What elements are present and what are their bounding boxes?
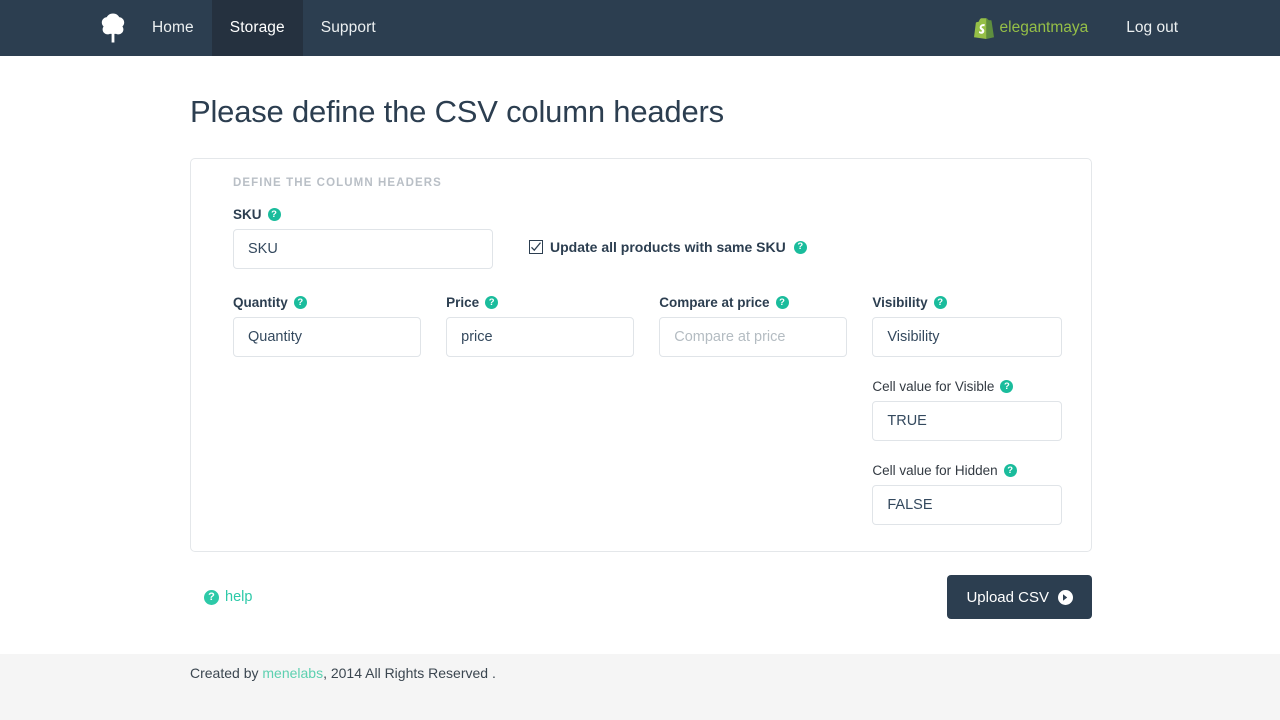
top-navbar: Home Storage Support elegantmaya Log out — [0, 0, 1280, 56]
help-icon[interactable]: ? — [268, 208, 281, 221]
help-link[interactable]: ? help — [204, 589, 252, 605]
cell-value-hidden-label-text: Cell value for Hidden — [872, 463, 997, 478]
help-icon[interactable]: ? — [485, 296, 498, 309]
footer-prefix: Created by — [190, 665, 262, 681]
price-input[interactable] — [446, 317, 634, 357]
content-container: Please define the CSV column headers DEF… — [190, 94, 1090, 626]
visibility-input[interactable] — [872, 317, 1062, 357]
compare-at-price-field-group: Compare at price ? — [659, 295, 872, 525]
column-headers-panel: DEFINE THE COLUMN HEADERS SKU ? — [190, 158, 1092, 552]
sku-label-text: SKU — [233, 207, 262, 222]
shopify-bag-icon — [974, 17, 994, 39]
sku-field-group: SKU ? — [233, 207, 493, 269]
compare-at-price-label: Compare at price ? — [659, 295, 872, 310]
nav-link-support[interactable]: Support — [303, 0, 394, 56]
quantity-label: Quantity ? — [233, 295, 446, 310]
check-icon — [530, 241, 542, 253]
help-icon[interactable]: ? — [794, 241, 807, 254]
upload-csv-button[interactable]: Upload CSV — [947, 575, 1092, 619]
help-icon[interactable]: ? — [1004, 464, 1017, 477]
compare-at-price-label-text: Compare at price — [659, 295, 769, 310]
fields-grid: Quantity ? Price ? C — [233, 295, 1063, 525]
navbar-links: Home Storage Support — [134, 0, 394, 56]
page-footer: Created by menelabs, 2014 All Rights Res… — [0, 654, 1280, 720]
nav-link-storage[interactable]: Storage — [212, 0, 303, 56]
compare-at-price-input[interactable] — [659, 317, 847, 357]
help-icon: ? — [204, 590, 219, 605]
cell-value-visible-label: Cell value for Visible ? — [872, 379, 1063, 394]
price-field-group: Price ? — [446, 295, 659, 525]
logout-link[interactable]: Log out — [1116, 19, 1188, 37]
page-title: Please define the CSV column headers — [190, 94, 1090, 130]
tree-icon — [100, 12, 126, 44]
sku-row: SKU ? Update all products with same S — [233, 207, 1063, 269]
cell-value-visible-input[interactable] — [872, 401, 1062, 441]
footer-suffix: , 2014 All Rights Reserved . — [323, 665, 496, 681]
update-same-sku-checkbox[interactable]: Update all products with same SKU ? — [529, 239, 807, 255]
panel-legend: DEFINE THE COLUMN HEADERS — [233, 177, 1063, 189]
checkbox-label-text: Update all products with same SKU — [550, 239, 786, 255]
upload-csv-button-label: Upload CSV — [966, 589, 1049, 606]
help-link-label: help — [225, 589, 252, 605]
help-icon[interactable]: ? — [776, 296, 789, 309]
cell-value-visible-label-text: Cell value for Visible — [872, 379, 994, 394]
price-label: Price ? — [446, 295, 659, 310]
navbar-inner: Home Storage Support elegantmaya Log out — [90, 0, 1190, 56]
cell-value-hidden-group: Cell value for Hidden ? — [872, 463, 1063, 525]
navbar-right: elegantmaya Log out — [964, 0, 1190, 56]
cell-value-hidden-label: Cell value for Hidden ? — [872, 463, 1063, 478]
form-actions: ? help Upload CSV — [190, 568, 1092, 626]
footer-text: Created by menelabs, 2014 All Rights Res… — [190, 654, 1090, 681]
shop-account-link[interactable]: elegantmaya — [964, 17, 1099, 39]
main-content: Please define the CSV column headers DEF… — [0, 56, 1280, 626]
shop-account-name: elegantmaya — [1000, 19, 1089, 37]
visibility-label: Visibility ? — [872, 295, 1063, 310]
nav-link-home[interactable]: Home — [134, 0, 212, 56]
checkbox-box[interactable] — [529, 240, 543, 254]
visibility-label-text: Visibility — [872, 295, 927, 310]
price-label-text: Price — [446, 295, 479, 310]
quantity-label-text: Quantity — [233, 295, 288, 310]
sku-input[interactable] — [233, 229, 493, 269]
cell-value-visible-group: Cell value for Visible ? — [872, 379, 1063, 441]
visibility-field-group: Visibility ? Cell value for Visible ? — [872, 295, 1063, 525]
help-icon[interactable]: ? — [934, 296, 947, 309]
cell-value-hidden-input[interactable] — [872, 485, 1062, 525]
sku-label: SKU ? — [233, 207, 493, 222]
arrow-right-circle-icon — [1058, 590, 1073, 605]
menelabs-link[interactable]: menelabs — [262, 665, 323, 681]
quantity-input[interactable] — [233, 317, 421, 357]
quantity-field-group: Quantity ? — [233, 295, 446, 525]
help-icon[interactable]: ? — [294, 296, 307, 309]
checkbox-label: Update all products with same SKU ? — [550, 239, 807, 255]
brand-logo-link[interactable] — [90, 0, 134, 56]
help-icon[interactable]: ? — [1000, 380, 1013, 393]
app-root: Home Storage Support elegantmaya Log out — [0, 0, 1280, 720]
